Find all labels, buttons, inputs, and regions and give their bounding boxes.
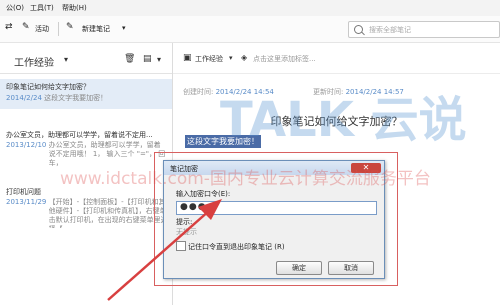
annotation-arrow <box>107 199 222 301</box>
arrow-shaft <box>107 209 211 301</box>
